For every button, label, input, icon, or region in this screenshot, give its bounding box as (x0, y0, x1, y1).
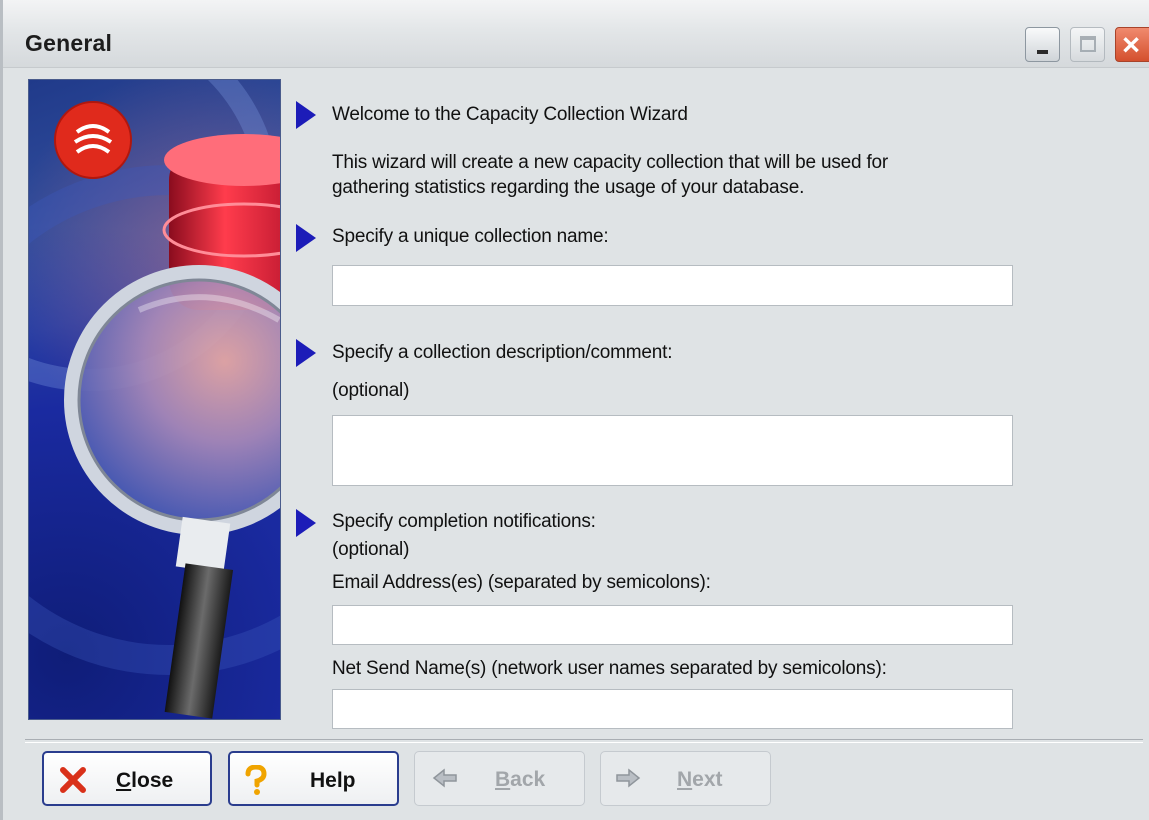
step-arrow-icon (296, 101, 316, 129)
notifications-optional-label: (optional) (332, 539, 410, 560)
help-question-icon (245, 765, 267, 795)
intro-text-line1: This wizard will create a new capacity c… (332, 152, 889, 173)
magnifier-database-illustration (29, 80, 280, 719)
description-optional-label: (optional) (332, 380, 410, 401)
back-button[interactable]: Back (414, 751, 585, 806)
button-separator (25, 739, 1143, 743)
netsend-label: Net Send Name(s) (network user names sep… (332, 658, 887, 679)
next-arrow-icon (616, 768, 641, 788)
collection-name-input[interactable] (332, 265, 1013, 306)
step-arrow-icon (296, 509, 316, 537)
back-arrow-icon (432, 768, 457, 788)
minimize-button[interactable] (1025, 27, 1060, 62)
step-arrow-icon (296, 339, 316, 367)
netsend-input[interactable] (332, 689, 1013, 729)
collection-name-label: Specify a unique collection name: (332, 226, 609, 247)
close-icon: × (1122, 27, 1141, 62)
email-label: Email Address(es) (separated by semicolo… (332, 572, 711, 593)
next-button[interactable]: Next (600, 751, 771, 806)
maximize-icon (1080, 36, 1096, 52)
title-bar[interactable]: General × (3, 0, 1149, 68)
intro-text-line2: gathering statistics regarding the usage… (332, 177, 805, 198)
close-mnemonic: C (116, 769, 132, 792)
description-textarea[interactable] (332, 415, 1013, 486)
wizard-window: General × Welcome to the Capacity Collec… (0, 0, 1149, 820)
close-label: lose (131, 769, 174, 792)
help-button[interactable]: Help (228, 751, 399, 806)
wizard-banner-image (28, 79, 281, 720)
email-input[interactable] (332, 605, 1013, 645)
close-x-icon (60, 767, 86, 793)
back-mnemonic: B (495, 768, 511, 791)
description-label: Specify a collection description/comment… (332, 342, 673, 363)
welcome-heading: Welcome to the Capacity Collection Wizar… (332, 104, 688, 125)
help-label: Help (310, 769, 356, 792)
back-label: ack (510, 768, 546, 791)
next-label: ext (692, 768, 723, 791)
step-arrow-icon (296, 224, 316, 252)
maximize-button[interactable] (1070, 27, 1105, 62)
window-title: General (25, 30, 113, 56)
notifications-label: Specify completion notifications: (332, 511, 596, 532)
close-button[interactable]: Close (42, 751, 212, 806)
minimize-icon (1037, 50, 1048, 54)
next-mnemonic: N (677, 768, 693, 791)
window-close-button[interactable]: × (1115, 27, 1149, 62)
